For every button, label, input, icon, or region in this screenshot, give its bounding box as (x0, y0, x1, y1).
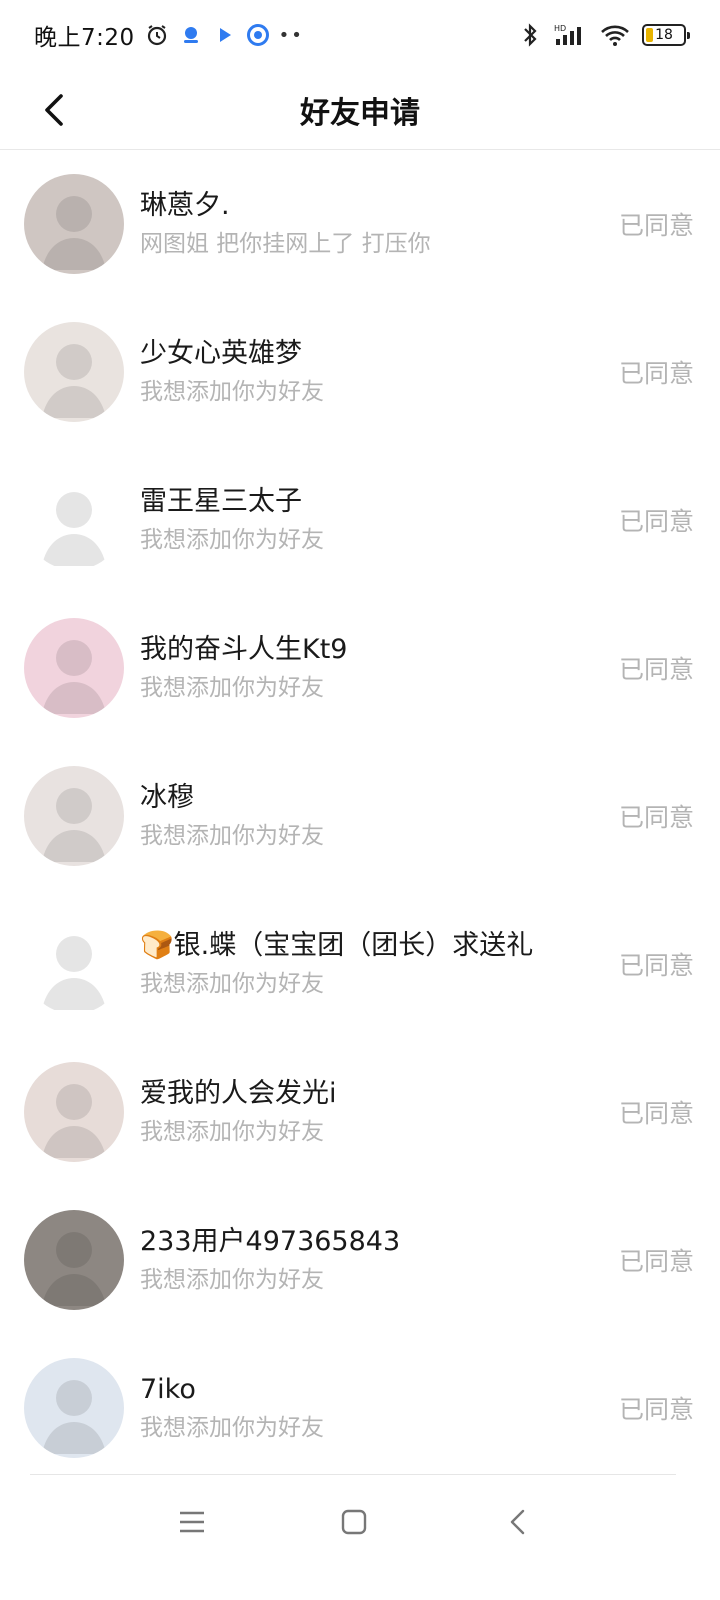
user-name: 🍞银.蝶（宝宝团（团长）求送礼 (140, 930, 534, 961)
request-info: 233用户497365843 我想添加你为好友 (140, 1223, 607, 1297)
more-dots-icon: •• (278, 24, 304, 46)
avatar[interactable] (24, 1358, 124, 1458)
avatar[interactable] (24, 618, 124, 718)
user-name: 爱我的人会发光i (140, 1078, 337, 1109)
request-message: 我想添加你为好友 (140, 1119, 324, 1145)
avatar[interactable] (24, 766, 124, 866)
request-message: 我想添加你为好友 (140, 971, 324, 997)
friend-request-item[interactable]: 琳蒽夕. 网图姐 把你挂网上了 打压你 已同意 (0, 150, 720, 298)
friend-request-item[interactable]: 爱我的人会发光i 我想添加你为好友 已同意 (0, 1038, 720, 1186)
menu-icon (180, 1511, 204, 1533)
user-name: 雷王星三太子 (140, 486, 302, 517)
friend-request-item[interactable]: 雷王星三太子 我想添加你为好友 已同意 (0, 446, 720, 594)
svg-text:HD: HD (554, 24, 566, 33)
request-message: 我想添加你为好友 (140, 379, 324, 405)
page-title: 好友申请 (300, 95, 420, 131)
request-info: 冰穆我想添加你为好友 (140, 779, 607, 853)
app-notification-icon (179, 23, 203, 47)
user-name: 233用户497365843 (140, 1226, 401, 1257)
friend-request-item[interactable]: 我的奋斗人生Kt9 我想添加你为好友 已同意 (0, 594, 720, 742)
back-triangle-icon (510, 1509, 525, 1535)
request-info: 我的奋斗人生Kt9 我想添加你为好友 (140, 631, 607, 705)
request-info: 7iko 我想添加你为好友 (140, 1371, 607, 1445)
request-message: 我想添加你为好友 (140, 675, 324, 701)
battery-icon: 18 (642, 24, 690, 46)
request-message: 我想添加你为好友 (140, 1415, 324, 1441)
avatar[interactable] (24, 470, 124, 570)
request-message: 我想添加你为好友 (140, 527, 324, 553)
friend-request-item[interactable]: 7iko 我想添加你为好友 已同意 (0, 1334, 720, 1482)
user-name: 少女心英雄梦 (140, 338, 302, 369)
avatar-placeholder-icon (42, 936, 106, 1010)
request-status: 已同意 (618, 1247, 694, 1276)
request-message: 网图姐 把你挂网上了 打压你 (140, 231, 431, 257)
home-button[interactable] (324, 1500, 384, 1544)
request-status: 已同意 (618, 803, 694, 832)
play-icon (213, 23, 237, 47)
friend-request-item[interactable]: 冰穆 我想添加你为好友 已同意 (0, 742, 720, 890)
page-header: 好友申请 (0, 70, 720, 150)
request-status: 已同意 (618, 951, 694, 980)
friend-request-list: 琳蒽夕. 网图姐 把你挂网上了 打压你 已同意 少女心英雄梦 我想添加你为好友 已同意 雷王… (0, 150, 720, 1482)
avatar-placeholder-icon (42, 640, 106, 714)
friend-request-item[interactable]: 🍞银.蝶（宝宝团（团长）求送礼 我想添加你为好友 已同意 (0, 890, 720, 1038)
avatar-placeholder-icon (42, 1232, 106, 1306)
back-button[interactable] (28, 84, 80, 136)
friend-request-item[interactable]: 少女心英雄梦 我想添加你为好友 已同意 (0, 298, 720, 446)
request-info: 少女心英雄梦我想添加你为好友 (140, 335, 607, 409)
friend-request-item[interactable]: 233用户497365843 我想添加你为好友 已同意 (0, 1186, 720, 1334)
avatar[interactable] (24, 1210, 124, 1310)
status-time: 晚上7:20 (34, 25, 135, 51)
request-status: 已同意 (618, 1395, 694, 1424)
avatar-placeholder-icon (42, 344, 106, 418)
request-info: 琳蒽夕. 网图姐 把你挂网上了 打压你 (140, 187, 607, 261)
avatar[interactable] (24, 174, 124, 274)
request-status: 已同意 (618, 1099, 694, 1128)
avatar-placeholder-icon (42, 1084, 106, 1158)
avatar-placeholder-icon (42, 196, 106, 270)
user-name: 7iko (140, 1374, 196, 1405)
request-info: 雷王星三太子我想添加你为好友 (140, 483, 607, 557)
alarm-icon (145, 23, 169, 47)
request-info: 🍞银.蝶（宝宝团（团长）求送礼我想添加你为好友 (140, 927, 607, 1001)
request-status: 已同意 (618, 211, 694, 240)
nav-divider (30, 1474, 676, 1475)
chevron-left-icon (45, 94, 63, 126)
wifi-icon (600, 23, 630, 47)
request-message: 我想添加你为好友 (140, 1267, 324, 1293)
bluetooth-icon (518, 23, 542, 47)
avatar[interactable] (24, 1062, 124, 1162)
avatar[interactable] (24, 322, 124, 422)
avatar-placeholder-icon (42, 492, 106, 566)
user-name: 琳蒽夕. (140, 190, 230, 221)
avatar-placeholder-icon (42, 788, 106, 862)
request-info: 爱我的人会发光i 我想添加你为好友 (140, 1075, 607, 1149)
avatar-placeholder-icon (42, 1380, 106, 1454)
request-status: 已同意 (618, 655, 694, 684)
system-nav-bar (0, 1474, 720, 1600)
user-name: 冰穆 (140, 782, 194, 813)
nav-back-button[interactable] (488, 1500, 548, 1544)
request-message: 我想添加你为好友 (140, 823, 324, 849)
avatar[interactable] (24, 914, 124, 1014)
request-status: 已同意 (618, 507, 694, 536)
request-status: 已同意 (618, 359, 694, 388)
home-square-icon (341, 1509, 367, 1535)
user-name: 我的奋斗人生Kt9 (140, 634, 348, 665)
circle-app-icon (246, 24, 269, 46)
menu-button[interactable] (162, 1500, 222, 1544)
status-bar: 晚上7:20 •• HD 18 (0, 0, 720, 70)
hd-signal-icon: HD (554, 23, 588, 47)
